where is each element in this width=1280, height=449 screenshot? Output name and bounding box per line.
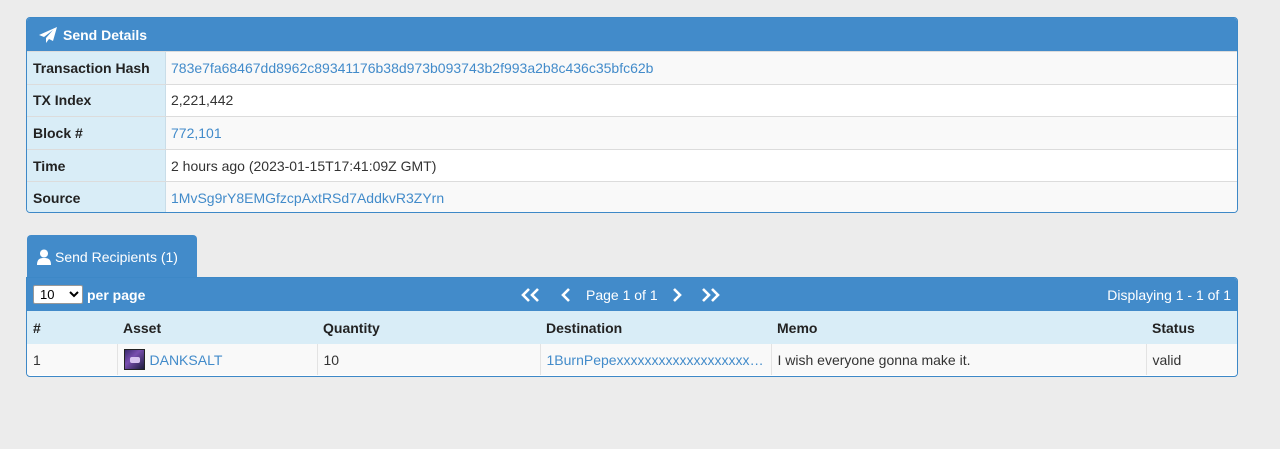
tx-index-value: 2,221,442 — [171, 92, 234, 109]
per-page-label: per page — [87, 286, 146, 303]
source-address-link[interactable]: 1MvSg9rY8EMGfzcpAxtRSd7AddkvR3ZYrn — [171, 190, 444, 206]
block-link[interactable]: 772,101 — [171, 125, 222, 141]
send-details-header: Send Details — [27, 18, 1237, 51]
memo-cell: I wish everyone gonna make it. — [771, 344, 1147, 375]
status-cell: valid — [1146, 344, 1237, 375]
quantity-cell: 10 — [317, 344, 541, 375]
detail-row-hash: Transaction Hash 783e7fa68467dd8962c8934… — [27, 51, 1237, 84]
row-num: 1 — [27, 344, 118, 375]
first-page-icon[interactable] — [520, 287, 542, 302]
col-header-num: # — [27, 311, 117, 344]
col-header-memo: Memo — [771, 311, 1146, 344]
time-value: 2 hours ago (2023-01-15T17:41:09Z GMT) — [171, 157, 437, 174]
last-page-icon[interactable] — [699, 287, 721, 302]
destination-cell: 1BurnPepexxxxxxxxxxxxxxxxxxxxxxxxxxx — [540, 344, 772, 375]
asset-cell: DANKSALT — [117, 344, 318, 375]
detail-row-source: Source 1MvSg9rY8EMGfzcpAxtRSd7AddkvR3ZYr… — [27, 181, 1237, 212]
paper-plane-icon — [39, 26, 57, 43]
detail-row-time: Time 2 hours ago (2023-01-15T17:41:09Z G… — [27, 148, 1237, 182]
send-details-title: Send Details — [63, 26, 148, 43]
table-header-row: # Asset Quantity Destination Memo Status — [27, 311, 1237, 344]
destination-link[interactable]: 1BurnPepexxxxxxxxxxxxxxxxxxxxxxxxxxx — [547, 352, 771, 368]
recipients-panel: 10 per page Page 1 of 1 Displaying 1 - 1… — [26, 277, 1238, 377]
page-indicator: Page 1 of 1 — [586, 286, 658, 303]
send-details-panel: Send Details Transaction Hash 783e7fa684… — [26, 17, 1238, 213]
detail-label: Time — [27, 149, 166, 182]
user-icon — [37, 249, 51, 265]
col-header-destination: Destination — [540, 311, 771, 344]
recipients-table: # Asset Quantity Destination Memo Status… — [27, 311, 1237, 375]
detail-row-tx-index: TX Index 2,221,442 — [27, 83, 1237, 117]
detail-label: Source — [27, 182, 166, 212]
col-header-status: Status — [1146, 311, 1237, 344]
tab-send-recipients[interactable]: Send Recipients (1) — [27, 235, 197, 278]
table-row: 1 DANKSALT 10 1BurnPepexxxxxxxxxxxxxxxxx… — [27, 344, 1237, 375]
prev-page-icon[interactable] — [560, 287, 572, 302]
page-nav: Page 1 of 1 — [520, 278, 721, 311]
detail-label: Block # — [27, 117, 166, 149]
detail-label: TX Index — [27, 84, 166, 117]
next-page-icon[interactable] — [671, 287, 683, 302]
transaction-hash-link[interactable]: 783e7fa68467dd8962c89341176b38d973b09374… — [171, 60, 653, 76]
asset-link[interactable]: DANKSALT — [150, 352, 223, 368]
detail-label: Transaction Hash — [27, 52, 166, 84]
col-header-asset: Asset — [117, 311, 317, 344]
tab-label: Send Recipients (1) — [55, 248, 178, 265]
per-page-select[interactable]: 10 — [33, 285, 83, 304]
detail-row-block: Block # 772,101 — [27, 116, 1237, 149]
col-header-quantity: Quantity — [317, 311, 540, 344]
pagination-bar: 10 per page Page 1 of 1 Displaying 1 - 1… — [27, 278, 1237, 311]
asset-thumbnail-icon — [123, 349, 145, 370]
displaying-count: Displaying 1 - 1 of 1 — [1107, 286, 1231, 303]
